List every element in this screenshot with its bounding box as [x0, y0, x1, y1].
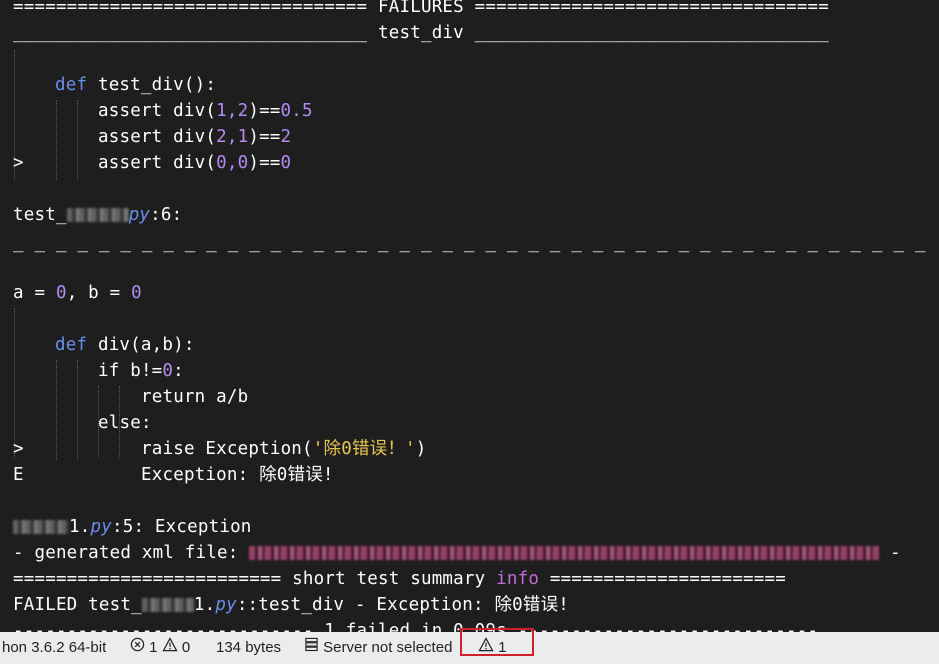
indent-guide: [77, 100, 78, 180]
code-line-if: if b!=0:: [98, 361, 184, 381]
failure-location-2: 1.py:5: Exception: [13, 514, 252, 540]
server-selector[interactable]: Server not selected: [304, 632, 452, 664]
code-line-assert-2: assert div(2,1)==2: [98, 127, 292, 147]
warnings-count: 0: [181, 639, 191, 656]
code-line-def-div: def div(a,b):: [55, 335, 195, 355]
redacted-filename: [13, 520, 69, 534]
indent-guide: [56, 100, 57, 180]
error-marker: E: [13, 465, 24, 485]
dash-separator: _ _ _ _ _ _ _ _ _ _ _ _ _ _ _ _ _ _ _ _ …: [13, 233, 926, 253]
warning-icon: [162, 632, 178, 664]
failures-header: ================================= FAILUR…: [13, 0, 829, 17]
code-line-raise: raise Exception('除0错误！'): [141, 439, 427, 459]
indent-guide: [56, 360, 57, 460]
result-line: ---------------------------- 1 failed in…: [13, 621, 819, 632]
redacted-path: [249, 546, 880, 560]
code-line-return: return a/b: [141, 387, 249, 407]
code-line-assert-3: assert div(0,0)==0: [98, 153, 292, 173]
python-interpreter[interactable]: hon 3.6.2 64-bit: [2, 632, 106, 664]
errors-count: 1: [149, 639, 158, 656]
error-icon: [130, 632, 145, 664]
failing-line-marker: >: [13, 153, 24, 173]
file-size[interactable]: 134 bytes: [216, 632, 281, 664]
failed-test-line: FAILED test_ 1.py::test_div - Exception: …: [13, 595, 570, 615]
failure-location-1: test_ py:6:: [13, 205, 183, 225]
problems-indicator[interactable]: 1 0: [130, 632, 190, 664]
highlight-annotation: [460, 628, 534, 656]
summary-header: ========================= short test sum…: [13, 569, 787, 589]
indent-guide: [77, 360, 78, 460]
generated-xml-line: - generated xml file: -: [13, 543, 901, 563]
redacted-filename: [141, 598, 194, 612]
server-icon: [304, 632, 319, 664]
redacted-filename: [66, 208, 129, 222]
raise-line-marker: >: [13, 439, 24, 459]
terminal-output[interactable]: ================================= FAILUR…: [0, 0, 939, 632]
error-message: Exception: 除0错误!: [141, 465, 334, 485]
code-line-else: else:: [98, 413, 152, 433]
code-line-def-test: def test_div():: [55, 75, 217, 95]
test-name-rule: _________________________________ test_d…: [13, 23, 829, 43]
code-line-assert-1: assert div(1,2)==0.5: [98, 101, 313, 121]
locals-line: a = 0, b = 0: [13, 283, 142, 303]
